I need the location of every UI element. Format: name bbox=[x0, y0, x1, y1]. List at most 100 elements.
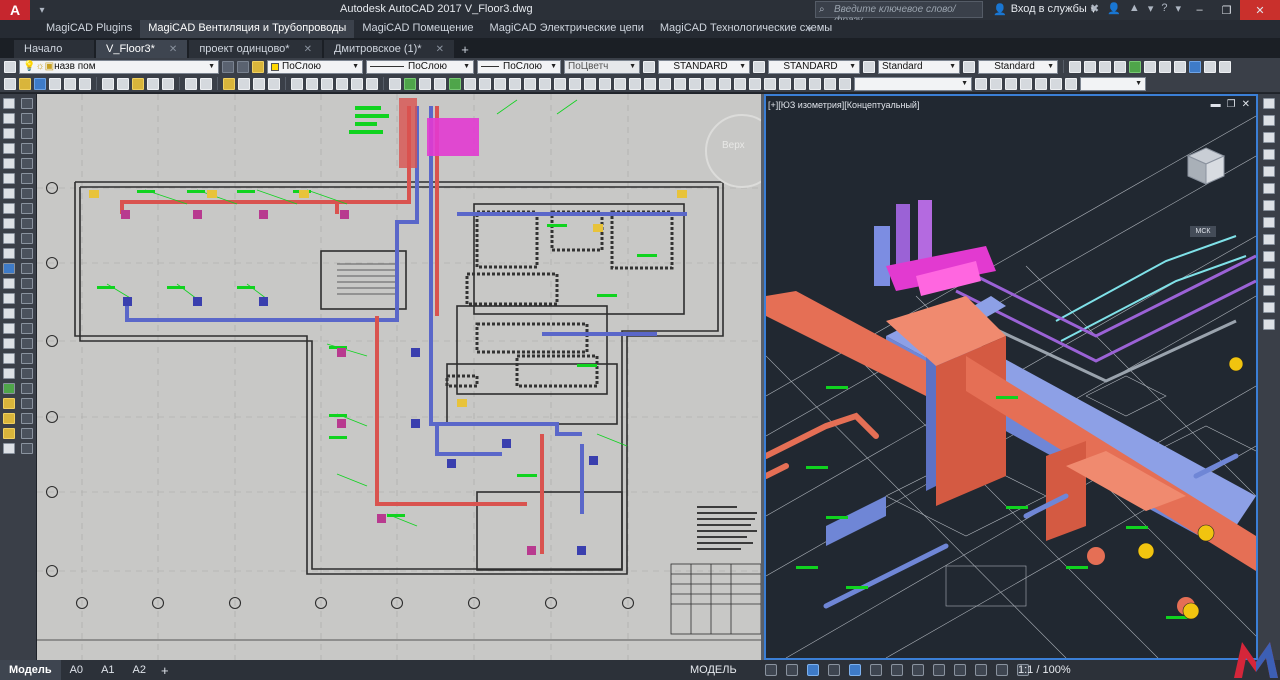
design-center-icon[interactable] bbox=[306, 77, 318, 90]
ellipse-arc-icon[interactable] bbox=[3, 248, 15, 259]
zoom-realtime-icon[interactable] bbox=[238, 77, 250, 90]
annotation-scale[interactable]: 1:1 / 100% bbox=[1018, 664, 1071, 676]
layer-state-icon[interactable] bbox=[252, 60, 264, 73]
account-icon[interactable]: 👤 bbox=[1107, 2, 1121, 15]
palette-tool-icon[interactable] bbox=[1263, 268, 1275, 279]
osnap-toggle-icon[interactable] bbox=[849, 664, 861, 676]
plot-preview-icon[interactable] bbox=[64, 77, 76, 90]
dim-style-icon[interactable] bbox=[753, 60, 765, 73]
zoom-previous-icon[interactable] bbox=[268, 77, 280, 90]
magicad-tool-icon[interactable] bbox=[704, 77, 716, 90]
object-tracking-icon[interactable] bbox=[891, 664, 903, 676]
doc-tab-start[interactable]: Начало bbox=[14, 40, 94, 58]
block-editor-icon[interactable] bbox=[162, 77, 174, 90]
palette-tool-icon[interactable] bbox=[1263, 217, 1275, 228]
magicad-tool-icon[interactable] bbox=[659, 77, 671, 90]
tool-palettes-icon[interactable] bbox=[321, 77, 333, 90]
magicad-tool-icon[interactable] bbox=[839, 77, 851, 90]
tool-icon[interactable] bbox=[1069, 60, 1081, 73]
linetype-dropdown[interactable]: ПоСлою ▼ bbox=[366, 59, 474, 74]
chevron-down-icon[interactable]: ▾ bbox=[1175, 2, 1181, 15]
layout-tab-a2[interactable]: A2 bbox=[124, 660, 155, 680]
layout-tab-a0[interactable]: A0 bbox=[61, 660, 92, 680]
palette-tool-icon[interactable] bbox=[1263, 98, 1275, 109]
palette-tool-icon[interactable] bbox=[1263, 115, 1275, 126]
visual-style-dropdown[interactable]: ▼ bbox=[1080, 76, 1146, 91]
pan-icon[interactable] bbox=[223, 77, 235, 90]
snap-toggle-icon[interactable] bbox=[786, 664, 798, 676]
magicad-tool-icon[interactable] bbox=[569, 77, 581, 90]
quick-access-dropdown-icon[interactable]: ▾ bbox=[34, 3, 50, 17]
properties-icon[interactable] bbox=[291, 77, 303, 90]
polygon-icon[interactable] bbox=[3, 143, 15, 154]
magicad-tool-icon[interactable] bbox=[734, 77, 746, 90]
layer-icon[interactable] bbox=[3, 413, 15, 424]
close-icon[interactable]: ✕ bbox=[169, 44, 177, 55]
palette-tool-icon[interactable] bbox=[1263, 285, 1275, 296]
tool-icon[interactable] bbox=[975, 77, 987, 90]
save-icon[interactable] bbox=[34, 77, 46, 90]
close-icon[interactable]: ✕ bbox=[436, 44, 444, 55]
polyline-icon[interactable] bbox=[3, 128, 15, 139]
layout-tab-a1[interactable]: A1 bbox=[92, 660, 123, 680]
magicad-tool-icon[interactable] bbox=[719, 77, 731, 90]
table-style-dropdown[interactable]: Standard ▼ bbox=[878, 59, 960, 74]
magicad-tool-icon[interactable] bbox=[524, 77, 536, 90]
tool-icon[interactable] bbox=[1204, 60, 1216, 73]
palette-tool-icon[interactable] bbox=[1263, 200, 1275, 211]
magicad-tool-icon[interactable] bbox=[404, 77, 416, 90]
fillet-icon[interactable] bbox=[21, 293, 33, 304]
tab-magicad-ventilation[interactable]: MagiCAD Вентиляция и Трубопроводы bbox=[140, 20, 355, 38]
exchange-icon[interactable]: ✖ bbox=[1090, 2, 1099, 15]
construction-line-icon[interactable] bbox=[3, 113, 15, 124]
viewcube-top-label[interactable]: Верх bbox=[722, 140, 745, 151]
tool-icon[interactable] bbox=[1174, 60, 1186, 73]
magicad-tool-icon[interactable] bbox=[809, 77, 821, 90]
markup-icon[interactable] bbox=[351, 77, 363, 90]
add-selected-icon[interactable] bbox=[3, 383, 15, 394]
modify-icon[interactable] bbox=[21, 413, 33, 424]
triangle-menu-icon[interactable]: ▲ bbox=[1129, 2, 1140, 15]
palette-tool-icon[interactable] bbox=[1263, 166, 1275, 177]
color-dropdown[interactable]: ПоСлою ▼ bbox=[267, 59, 363, 74]
explode-icon[interactable] bbox=[21, 308, 33, 319]
publish-icon[interactable] bbox=[79, 77, 91, 90]
paste-icon[interactable] bbox=[132, 77, 144, 90]
modify-icon[interactable] bbox=[21, 443, 33, 454]
circle-icon[interactable] bbox=[3, 188, 15, 199]
palette-tool-icon[interactable] bbox=[1263, 251, 1275, 262]
magicad-tool-icon[interactable] bbox=[629, 77, 641, 90]
help-icon[interactable]: ? bbox=[1161, 2, 1167, 15]
open-file-icon[interactable] bbox=[19, 77, 31, 90]
layer-icon[interactable] bbox=[3, 428, 15, 439]
copy-icon[interactable] bbox=[117, 77, 129, 90]
magicad-tool-icon[interactable] bbox=[674, 77, 686, 90]
gradient-icon[interactable] bbox=[3, 323, 15, 334]
magicad-tool-icon[interactable] bbox=[794, 77, 806, 90]
magicad-tool-icon[interactable] bbox=[449, 77, 461, 90]
magicad-tool-icon[interactable] bbox=[539, 77, 551, 90]
magicad-tool-icon[interactable] bbox=[389, 77, 401, 90]
viewport-controls-label[interactable]: [+][ЮЗ изометрия][Концептуальный] bbox=[768, 100, 919, 110]
modify-icon[interactable] bbox=[21, 368, 33, 379]
text-style-dropdown[interactable]: STANDARD ▼ bbox=[658, 59, 750, 74]
close-icon[interactable]: ✕ bbox=[1242, 99, 1250, 110]
ribbon-expand-icon[interactable]: ▾ bbox=[807, 24, 812, 35]
plotstyle-dropdown[interactable]: ПоЦветч ▼ bbox=[564, 59, 640, 74]
close-icon[interactable]: ✕ bbox=[304, 44, 312, 55]
palette-tool-icon[interactable] bbox=[1263, 132, 1275, 143]
new-tab-button[interactable]: + bbox=[456, 40, 474, 58]
insert-block-icon[interactable] bbox=[3, 263, 15, 274]
ellipse-icon[interactable] bbox=[3, 233, 15, 244]
magicad-tool-icon[interactable] bbox=[614, 77, 626, 90]
make-current-icon[interactable] bbox=[222, 60, 234, 73]
lineweight-toggle-icon[interactable] bbox=[912, 664, 924, 676]
trim-icon[interactable] bbox=[21, 218, 33, 229]
magicad-tool-icon[interactable] bbox=[479, 77, 491, 90]
doc-tab-odintsovo[interactable]: проект одинцово* ✕ bbox=[189, 40, 322, 58]
calculator-icon[interactable] bbox=[366, 77, 378, 90]
doc-tab-dmitrovskoe[interactable]: Дмитровское (1)* ✕ bbox=[323, 40, 454, 58]
add-layout-button[interactable]: + bbox=[155, 663, 175, 678]
rotate-icon[interactable] bbox=[21, 173, 33, 184]
chevron-down-icon[interactable]: ▾ bbox=[1148, 2, 1154, 15]
